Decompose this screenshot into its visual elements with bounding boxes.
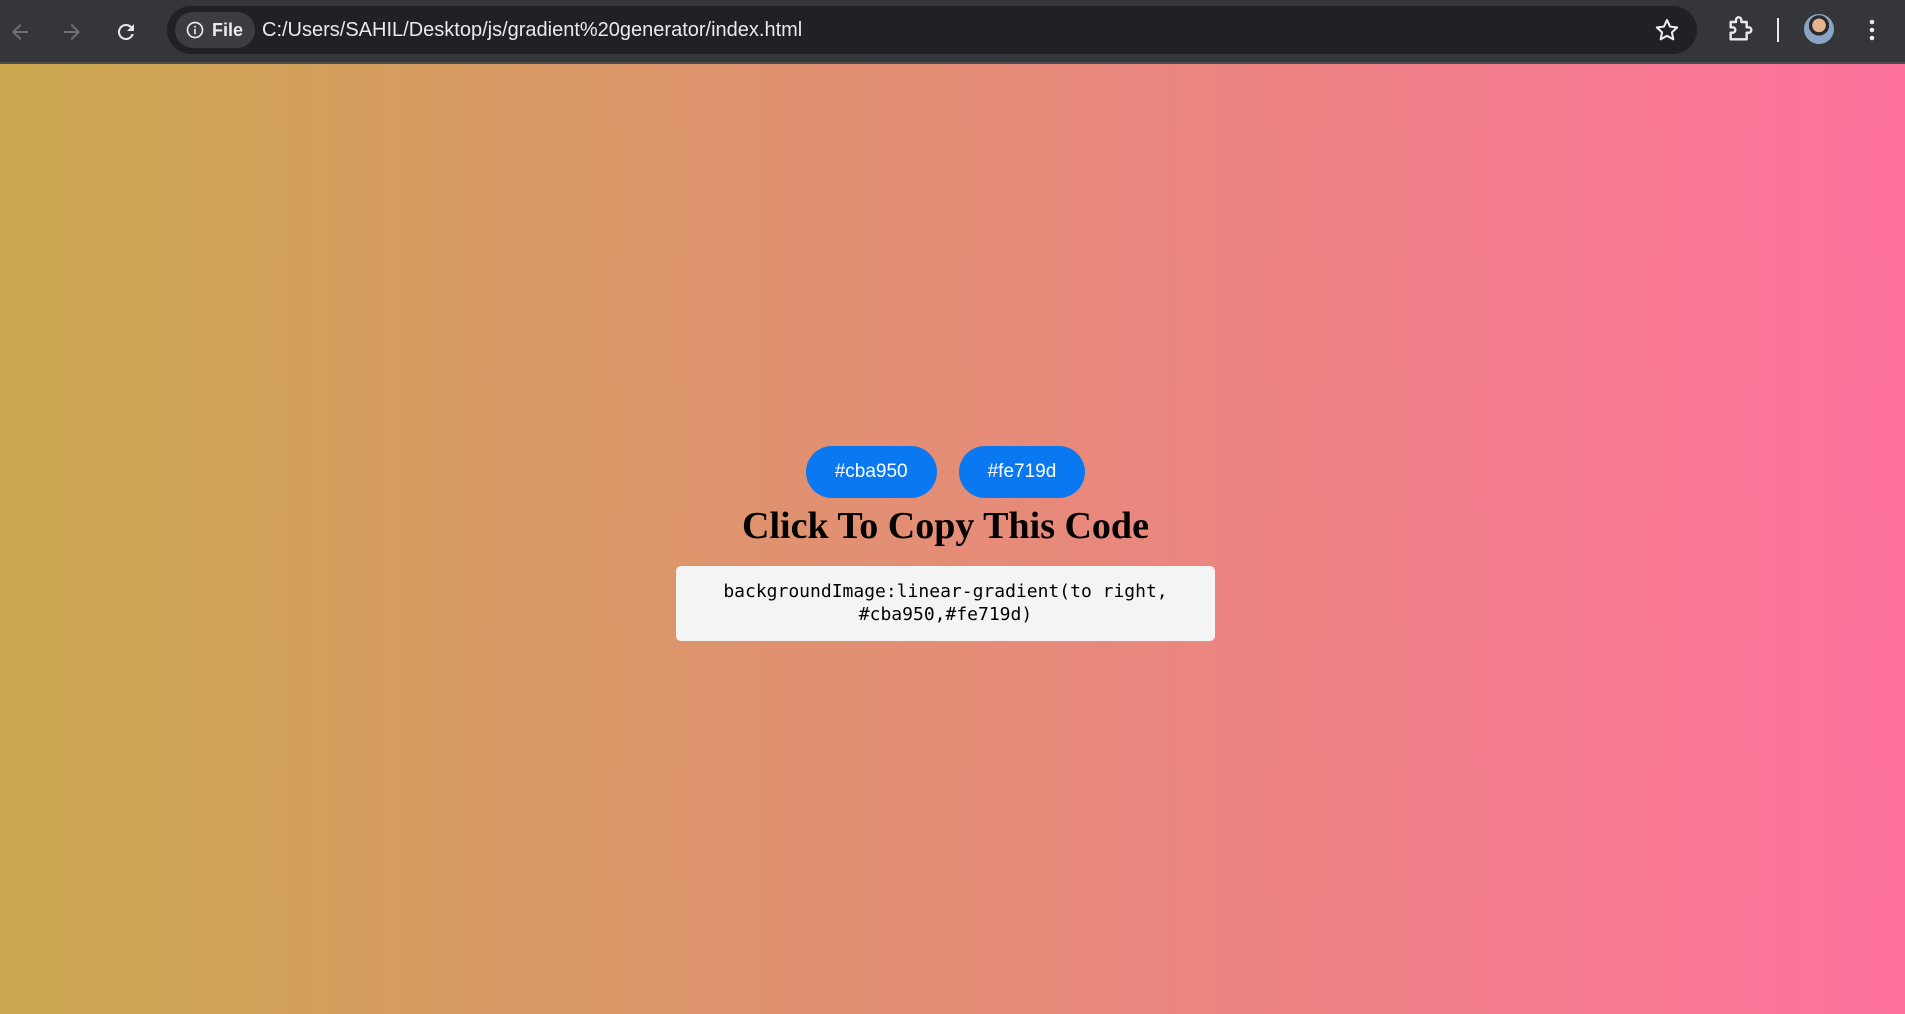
site-chip-label: File	[212, 19, 244, 40]
site-info-chip[interactable]: File	[175, 12, 256, 48]
copy-heading: Click To Copy This Code	[742, 505, 1149, 547]
star-icon[interactable]	[1653, 16, 1681, 44]
reload-icon	[117, 23, 134, 40]
info-icon	[186, 21, 204, 39]
toolbar-divider	[1777, 18, 1779, 42]
gradient-page: #cba950 #fe719d Click To Copy This Code …	[0, 64, 1905, 1014]
avatar[interactable]	[1804, 14, 1834, 44]
back-button[interactable]	[0, 12, 40, 52]
color-button-group: #cba950 #fe719d	[0, 446, 1905, 498]
puzzle-piece-icon[interactable]	[1724, 14, 1756, 46]
arrow-right-icon	[64, 24, 80, 40]
arrow-left-icon	[12, 24, 28, 40]
forward-button[interactable]	[52, 12, 92, 52]
address-bar[interactable]: File C:/Users/SAHIL/Desktop/js/gradient%…	[167, 6, 1697, 54]
color-1-button[interactable]: #cba950	[805, 446, 937, 498]
url-text[interactable]: C:/Users/SAHIL/Desktop/js/gradient%20gen…	[262, 6, 802, 54]
gradient-code-box[interactable]: backgroundImage:linear-gradient(to right…	[676, 566, 1215, 641]
color-2-button[interactable]: #fe719d	[958, 446, 1086, 498]
reload-button[interactable]	[106, 12, 146, 52]
browser-toolbar: File C:/Users/SAHIL/Desktop/js/gradient%…	[0, 0, 1905, 64]
kebab-menu-icon[interactable]	[1860, 14, 1884, 46]
